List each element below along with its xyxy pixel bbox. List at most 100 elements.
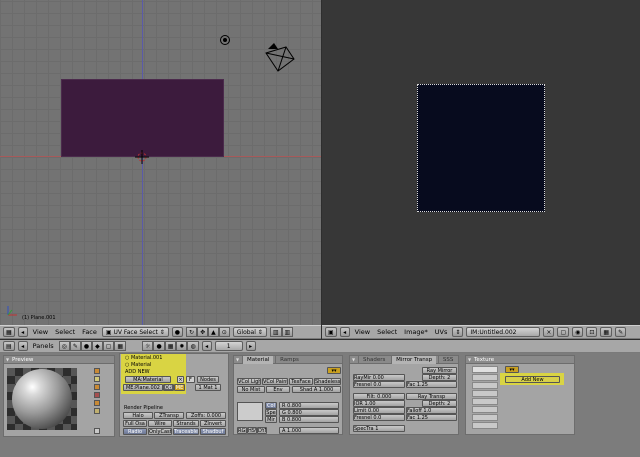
- ma-material-field[interactable]: MA:Material: [125, 376, 171, 383]
- orientation-select[interactable]: Global ⇕: [232, 327, 267, 337]
- material-menu-item-2[interactable]: ○ Material: [125, 362, 151, 368]
- r-slider[interactable]: R 0.800: [279, 402, 339, 409]
- snap-icon[interactable]: ▦: [600, 327, 613, 337]
- me-button[interactable]: ME: [174, 384, 185, 391]
- zoffs-field[interactable]: Zoffs: 0.000: [186, 412, 226, 419]
- frame-field[interactable]: 1: [214, 341, 243, 351]
- spe-button[interactable]: Spe: [265, 409, 277, 416]
- fresnel-field-1[interactable]: Fresnel 0.0: [353, 381, 405, 388]
- texture-channel-1[interactable]: [472, 366, 498, 373]
- menu-view[interactable]: View: [353, 328, 372, 336]
- ray-mirror-button[interactable]: Ray Mirror: [422, 367, 457, 374]
- editor-type-icon[interactable]: ▣: [325, 327, 337, 337]
- image-name-field[interactable]: IM:Untitled.002: [466, 327, 541, 337]
- g-slider[interactable]: G 0.800: [279, 409, 339, 416]
- radio-button[interactable]: Radio: [123, 428, 147, 435]
- texture-browse-button[interactable]: ▾▾: [505, 366, 519, 373]
- menu-view[interactable]: View: [31, 328, 50, 336]
- tab-mirror-transp[interactable]: Mirror Transp: [391, 356, 437, 364]
- image-browse-icon[interactable]: ⇕: [452, 327, 464, 337]
- collapse-menu-icon[interactable]: ◂: [17, 327, 28, 337]
- material-f-button[interactable]: F: [186, 376, 195, 383]
- menu-image[interactable]: Image*: [402, 328, 430, 336]
- preview-flat-button[interactable]: [94, 368, 100, 374]
- scene-context-icon[interactable]: ▦: [114, 341, 127, 351]
- pin-icon[interactable]: ▢: [557, 327, 570, 337]
- texture-subcontext-icon[interactable]: ▦: [164, 341, 177, 351]
- script-context-icon[interactable]: ✎: [69, 341, 81, 351]
- draw-icon[interactable]: ✎: [615, 327, 627, 337]
- snap-icon[interactable]: ▲: [208, 327, 219, 337]
- no-mist-button[interactable]: No Mist: [237, 386, 265, 393]
- color-swatch[interactable]: [237, 402, 263, 421]
- plane-object[interactable]: [61, 79, 224, 157]
- ob-button[interactable]: OB: [163, 384, 174, 391]
- camera-icon[interactable]: [264, 43, 296, 73]
- world-subcontext-icon[interactable]: ◍: [187, 341, 199, 351]
- preview-monkey-button[interactable]: [94, 392, 100, 398]
- material-browse-button[interactable]: ▾▾: [327, 367, 341, 374]
- menu-select[interactable]: Select: [53, 328, 77, 336]
- nodes-button[interactable]: Nodes: [197, 376, 219, 383]
- pivot-icon[interactable]: ⊙: [218, 327, 230, 337]
- env-button[interactable]: Env: [266, 386, 290, 393]
- depth-field-2[interactable]: Depth: 2: [422, 400, 457, 407]
- spectra-field[interactable]: SpecTra 1: [353, 425, 405, 432]
- material-subcontext-icon[interactable]: ●: [153, 341, 165, 351]
- menu-face[interactable]: Face: [80, 328, 99, 336]
- material-x-button[interactable]: ×: [177, 376, 184, 383]
- ztransp-button[interactable]: ZTransp: [154, 412, 184, 419]
- draw-type-icon[interactable]: ●: [171, 327, 184, 337]
- zinvert-button[interactable]: ZInvert: [200, 420, 226, 427]
- radio-subcontext-icon[interactable]: ✹: [176, 341, 188, 351]
- vcol-paint-button[interactable]: VCol Paint: [262, 378, 288, 385]
- raymir-field[interactable]: RayMir 0.00: [353, 374, 405, 381]
- mode-select[interactable]: ▣ UV Face Select ⇕: [101, 327, 169, 337]
- tab-ramps[interactable]: Ramps: [275, 356, 303, 364]
- object-context-icon[interactable]: ◆: [92, 341, 103, 351]
- ior-field[interactable]: IOR 1.00: [353, 400, 405, 407]
- onlycast-button[interactable]: OnlyCast: [148, 428, 172, 435]
- fresnel-field-2[interactable]: Fresnel 0.0: [353, 414, 405, 421]
- depth-field-1[interactable]: Depth: 2: [422, 374, 457, 381]
- uv-image-editor[interactable]: [322, 0, 640, 325]
- texture-channel-5[interactable]: [472, 398, 498, 405]
- texture-channel-2[interactable]: [472, 374, 498, 381]
- editing-context-icon[interactable]: ▢: [102, 341, 115, 351]
- texture-channel-6[interactable]: [472, 406, 498, 413]
- editor-type-icon[interactable]: ▦: [3, 327, 15, 337]
- alpha-slider[interactable]: A 1.000: [279, 427, 339, 434]
- collapse-menu-icon[interactable]: ◂: [339, 327, 350, 337]
- shadeless-button[interactable]: Shadeless: [314, 378, 341, 385]
- grab-icon[interactable]: ✥: [197, 327, 209, 337]
- tab-sss[interactable]: SSS: [437, 356, 457, 364]
- layer-block-icon-2[interactable]: ▥: [281, 327, 294, 337]
- viewport-3d[interactable]: (1) Plane.001: [0, 0, 321, 325]
- fac-field-2[interactable]: Fac 1.25: [406, 414, 457, 421]
- lamp-icon[interactable]: [219, 34, 231, 46]
- preview-sphere-button[interactable]: [94, 376, 100, 382]
- b-slider[interactable]: B 0.800: [279, 416, 339, 423]
- vcol-light-button[interactable]: VCol Light: [237, 378, 261, 385]
- filt-field[interactable]: Filt: 0.000: [353, 393, 405, 400]
- preview-cube-button[interactable]: [94, 384, 100, 390]
- panels-menu[interactable]: Panels: [31, 342, 56, 350]
- shadbuf-button[interactable]: Shadbuf: [200, 428, 226, 435]
- menu-select[interactable]: Select: [375, 328, 399, 336]
- mir-button[interactable]: Mir: [265, 416, 277, 423]
- shad-a-field[interactable]: Shad A 1.000: [292, 386, 341, 393]
- falloff-field[interactable]: Falloff 1.0: [406, 407, 457, 414]
- me-mesh-field[interactable]: ME:Plane.002: [123, 384, 163, 391]
- tab-material[interactable]: Material: [242, 356, 274, 364]
- traceable-button[interactable]: Traceable: [173, 428, 199, 435]
- lock-icon[interactable]: ◉: [572, 327, 584, 337]
- texture-add-new-button[interactable]: Add New: [505, 376, 560, 383]
- material-menu-item-1[interactable]: ○ Material.001: [125, 355, 162, 361]
- menu-uvs[interactable]: UVs: [433, 328, 450, 336]
- wire-button[interactable]: Wire: [148, 420, 172, 427]
- shading-context-icon[interactable]: ●: [80, 341, 93, 351]
- texture-channel-8[interactable]: [472, 422, 498, 429]
- image-x-icon[interactable]: ×: [543, 327, 555, 337]
- logic-context-icon[interactable]: ◎: [58, 341, 70, 351]
- rotate-icon[interactable]: ↻: [186, 327, 198, 337]
